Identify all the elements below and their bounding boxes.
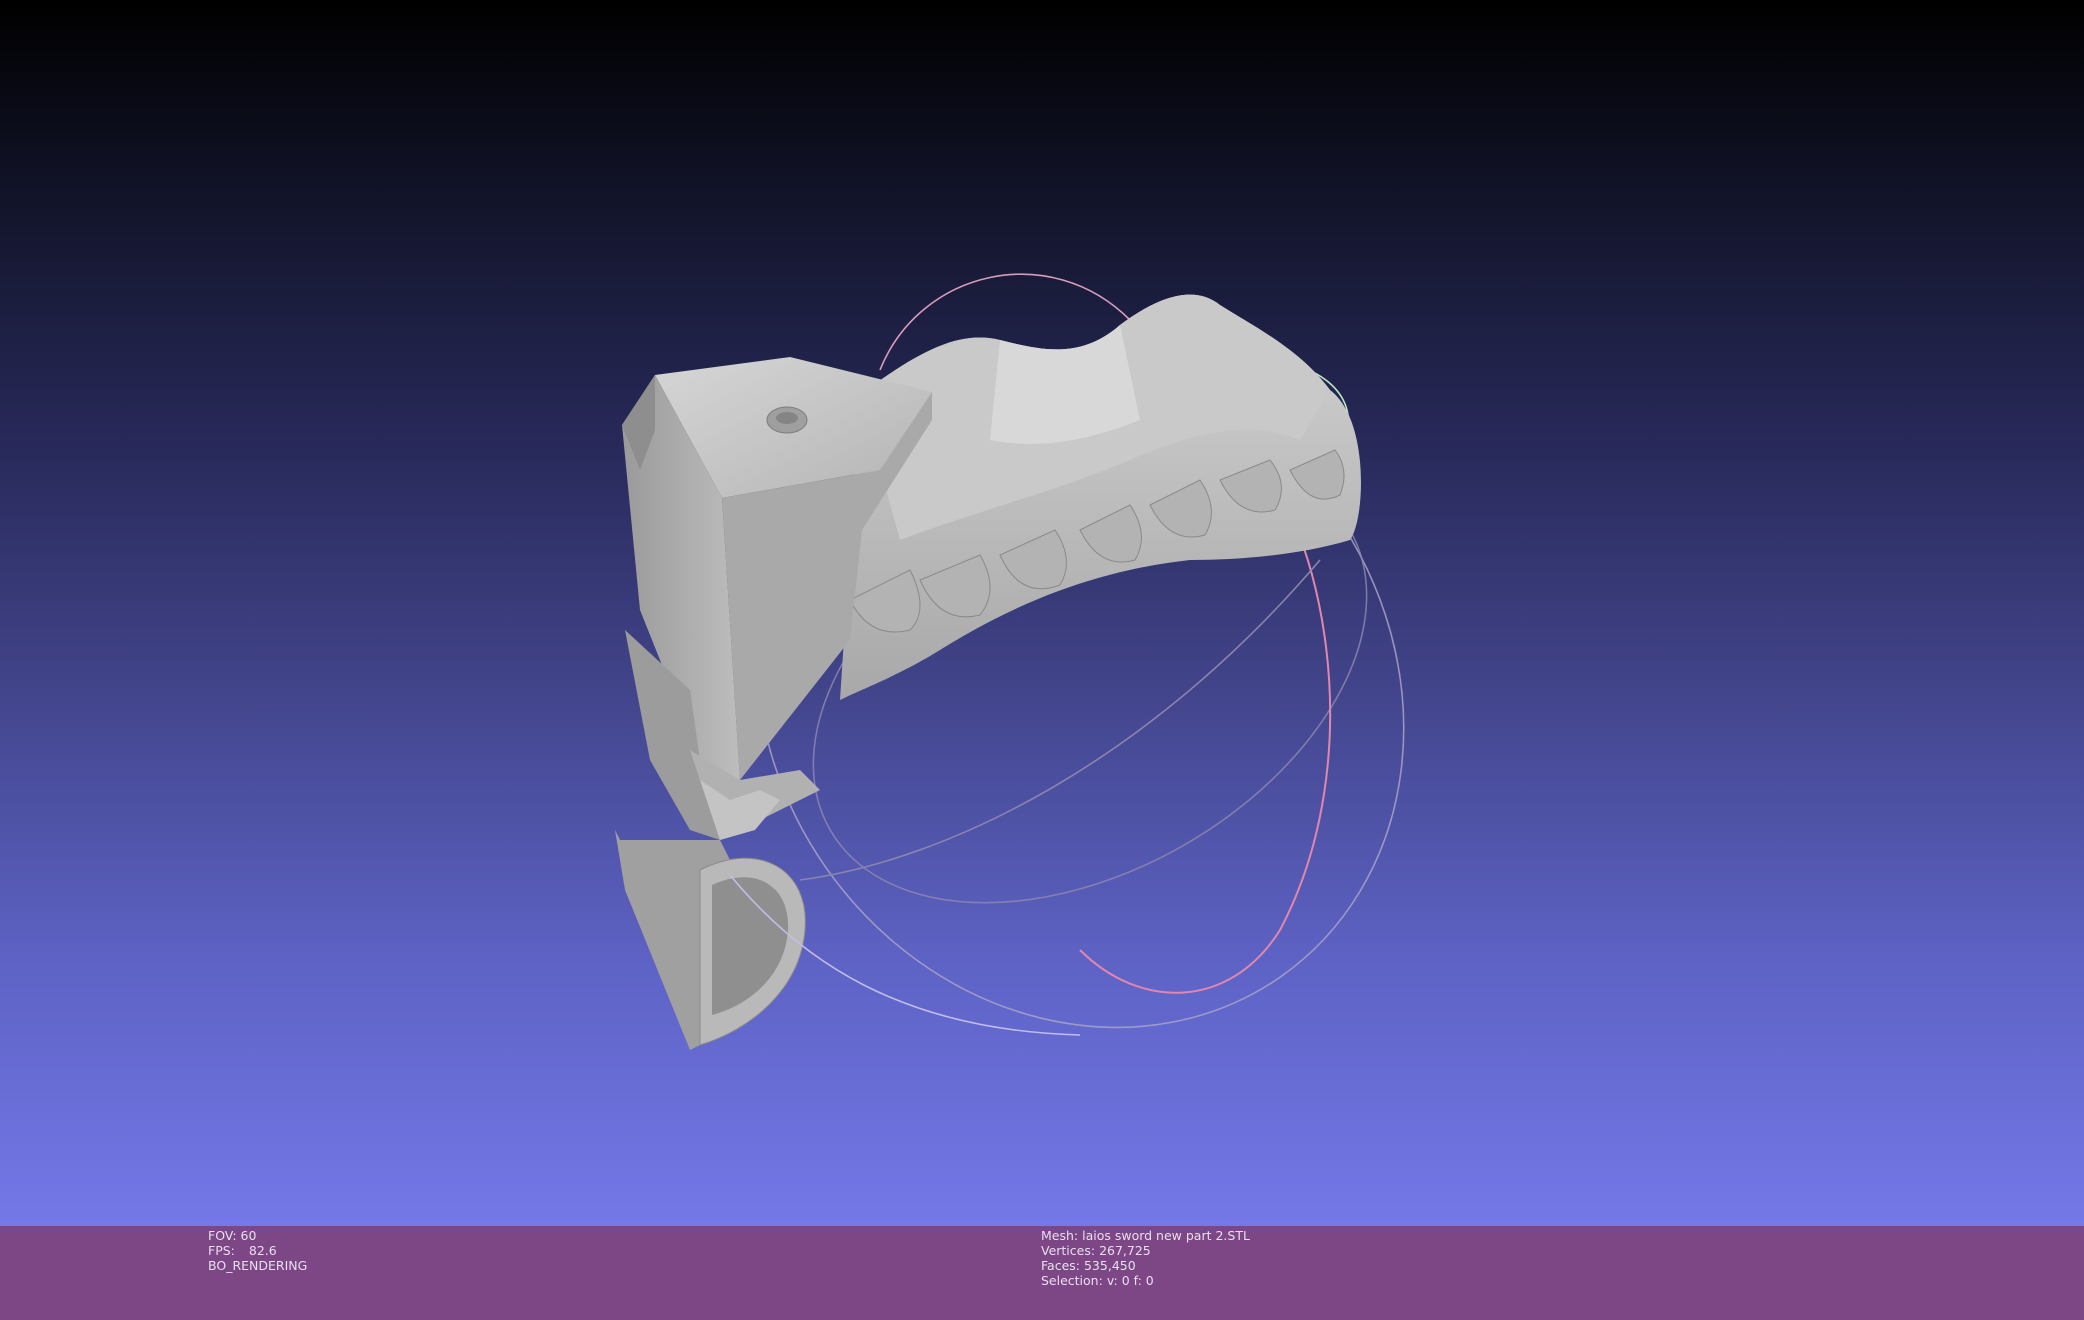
fov-label: FOV: bbox=[208, 1228, 237, 1243]
3d-viewport[interactable] bbox=[0, 0, 2084, 1226]
selection-label: Selection: bbox=[1041, 1273, 1103, 1288]
fps-label: FPS: bbox=[208, 1243, 235, 1258]
faces-value: 535,450 bbox=[1083, 1258, 1136, 1273]
vertices-value: 267,725 bbox=[1099, 1243, 1151, 1258]
mesh-info: Mesh: laios sword new part 2.STL Vertice… bbox=[1041, 1228, 1250, 1288]
fps-value: 82.6 bbox=[248, 1243, 277, 1258]
faces-label: Faces: bbox=[1041, 1258, 1080, 1273]
vertices-label: Vertices: bbox=[1041, 1243, 1096, 1258]
vertices-row: Vertices: 267,725 bbox=[1041, 1243, 1250, 1258]
mesh-row: Mesh: laios sword new part 2.STL bbox=[1041, 1228, 1250, 1243]
selection-value: v: 0 f: 0 bbox=[1106, 1273, 1154, 1288]
render-mode: BO_RENDERING bbox=[208, 1258, 308, 1273]
mesh-handle bbox=[615, 357, 932, 1050]
mesh-blade bbox=[840, 294, 1362, 700]
mesh-label: Mesh: bbox=[1041, 1228, 1079, 1243]
faces-row: Faces: 535,450 bbox=[1041, 1258, 1250, 1273]
mesh-render bbox=[615, 273, 1405, 1050]
fps-row: FPS: 82.6 bbox=[208, 1243, 307, 1258]
render-info: FOV: 60 FPS: 82.6 BO_RENDERING bbox=[208, 1228, 307, 1273]
selection-row: Selection: v: 0 f: 0 bbox=[1041, 1273, 1250, 1288]
mesh-name: laios sword new part 2.STL bbox=[1082, 1228, 1250, 1243]
fov-value: 60 bbox=[240, 1228, 257, 1243]
status-bar: FOV: 60 FPS: 82.6 BO_RENDERING Mesh: laio… bbox=[0, 1226, 2084, 1320]
fov-row: FOV: 60 bbox=[208, 1228, 307, 1243]
